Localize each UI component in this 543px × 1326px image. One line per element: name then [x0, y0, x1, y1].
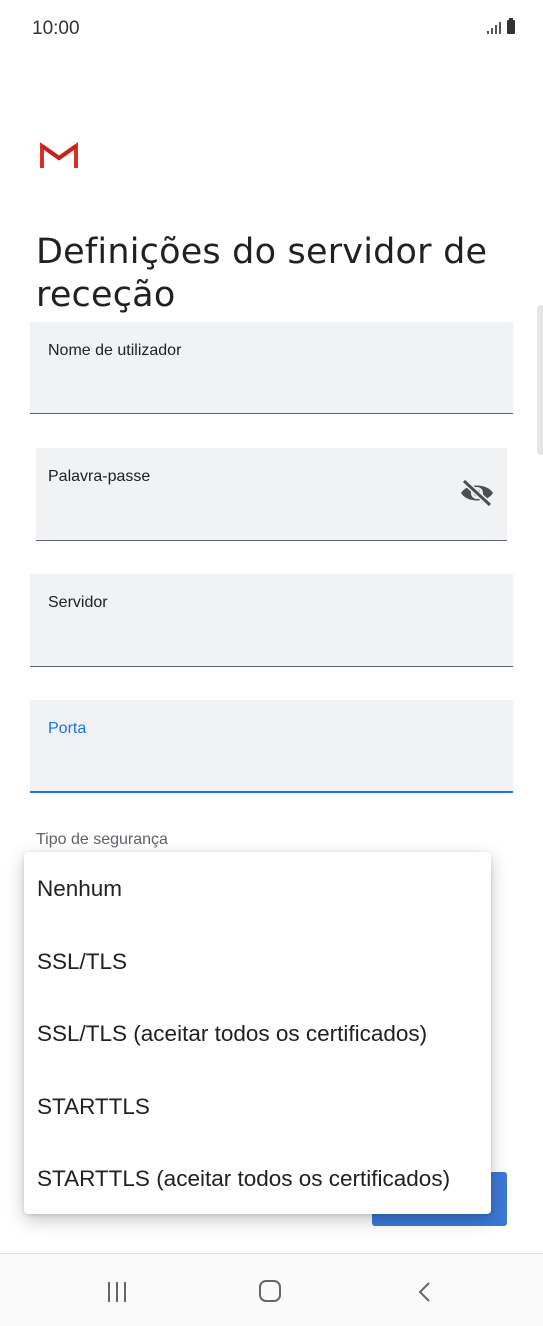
- password-label: Palavra-passe: [48, 468, 151, 485]
- back-icon[interactable]: [414, 1280, 438, 1304]
- username-label: Nome de utilizador: [48, 342, 182, 359]
- server-label: Servidor: [48, 594, 108, 611]
- security-type-dropdown: Nenhum SSL/TLS SSL/TLS (aceitar todos os…: [24, 852, 491, 1214]
- password-field[interactable]: Palavra-passe: [36, 448, 507, 541]
- status-bar: 10:00: [0, 0, 543, 60]
- status-time: 10:00: [32, 18, 80, 39]
- scrollbar[interactable]: [537, 305, 543, 455]
- option-none[interactable]: Nenhum: [37, 876, 122, 902]
- username-field[interactable]: Nome de utilizador: [30, 322, 513, 414]
- option-ssl-tls-accept-all[interactable]: SSL/TLS (aceitar todos os certificados): [37, 1021, 427, 1047]
- option-starttls[interactable]: STARTTLS: [37, 1094, 150, 1120]
- page-title: Definições do servidor de receção: [36, 232, 488, 316]
- username-input[interactable]: [48, 383, 439, 403]
- option-starttls-accept-all[interactable]: STARTTLS (aceitar todos os certificados): [37, 1166, 450, 1192]
- status-icons: [487, 18, 515, 34]
- password-input[interactable]: [48, 510, 429, 530]
- security-type-label: Tipo de segurança: [36, 831, 168, 848]
- port-field[interactable]: Porta: [30, 700, 513, 793]
- server-field[interactable]: Servidor: [30, 574, 513, 667]
- option-ssl-tls[interactable]: SSL/TLS: [37, 949, 127, 975]
- home-icon[interactable]: [259, 1280, 281, 1302]
- battery-icon: [507, 18, 515, 34]
- server-input[interactable]: [48, 636, 439, 656]
- port-input[interactable]: [48, 761, 439, 781]
- visibility-off-icon[interactable]: [459, 478, 495, 508]
- port-label: Porta: [48, 720, 87, 737]
- navigation-bar: [0, 1254, 543, 1326]
- recent-apps-icon[interactable]: [108, 1282, 126, 1302]
- gmail-logo-icon: [40, 142, 78, 168]
- signal-icon: [487, 20, 501, 34]
